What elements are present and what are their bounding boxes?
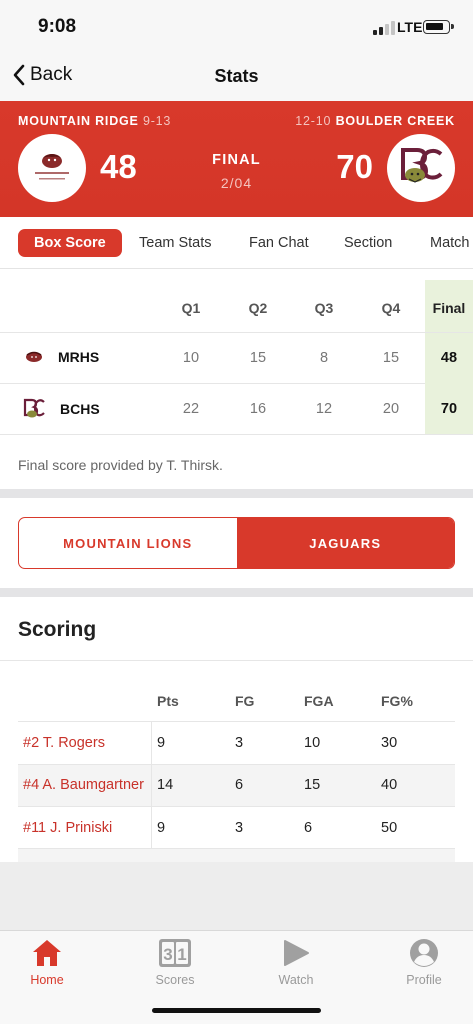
player-name-link[interactable]: #2 T. Rogers bbox=[23, 735, 149, 751]
tab-profile-label: Profile bbox=[406, 973, 442, 987]
play-icon bbox=[284, 940, 309, 966]
tab-watch-label: Watch bbox=[278, 973, 314, 987]
player-fg-pct: 50 bbox=[381, 820, 398, 836]
player-fg: 6 bbox=[235, 777, 244, 793]
battery-icon bbox=[423, 20, 454, 34]
q3-score: 12 bbox=[315, 401, 333, 417]
away-team-record: 12-10 bbox=[295, 114, 332, 128]
page-title: Stats bbox=[214, 66, 259, 86]
bc-small-icon bbox=[23, 398, 45, 418]
team-abbrev: MRHS bbox=[58, 349, 100, 365]
tab-scores-label: Scores bbox=[155, 973, 195, 987]
navigation-bar: Back Stats bbox=[0, 52, 473, 101]
score-source-note: Final score provided by T. Thirsk. bbox=[18, 457, 223, 473]
away-team-name: BOULDER CREEK bbox=[335, 114, 455, 128]
q3-score: 8 bbox=[319, 350, 329, 366]
home-icon bbox=[33, 940, 61, 966]
player-name-link[interactable]: #4 A. Baumgartner bbox=[23, 777, 149, 793]
home-team-name: MOUNTAIN RIDGE bbox=[18, 114, 139, 128]
status-time: 9:08 bbox=[38, 16, 77, 37]
away-team-line[interactable]: 12-10 BOULDER CREEK bbox=[295, 114, 455, 128]
header-q4: Q4 bbox=[381, 300, 401, 316]
table-row[interactable]: MRHS bbox=[24, 349, 99, 365]
home-team-line[interactable]: MOUNTAIN RIDGE 9-13 bbox=[18, 114, 171, 128]
section-divider bbox=[0, 588, 473, 597]
player-fga: 15 bbox=[304, 777, 321, 793]
q1-score: 22 bbox=[182, 401, 200, 417]
away-team-score: 70 bbox=[336, 148, 373, 185]
svg-text:3: 3 bbox=[163, 945, 172, 964]
home-indicator[interactable] bbox=[152, 1008, 321, 1013]
tab-home-label: Home bbox=[30, 973, 64, 987]
player-name-link[interactable]: #11 J. Priniski bbox=[23, 820, 149, 836]
table-row bbox=[18, 849, 455, 862]
away-team-logo[interactable] bbox=[387, 134, 455, 202]
tab-match[interactable]: Match bbox=[430, 229, 470, 257]
tab-watch[interactable]: Watch bbox=[256, 937, 336, 987]
svg-text:1: 1 bbox=[177, 945, 186, 964]
header-q3: Q3 bbox=[314, 300, 334, 316]
player-fg-pct: 40 bbox=[381, 777, 398, 793]
player-pts: 9 bbox=[157, 820, 166, 836]
toggle-jaguars[interactable]: JAGUARS bbox=[236, 518, 454, 568]
team-abbrev: BCHS bbox=[60, 401, 100, 417]
q4-score: 20 bbox=[382, 401, 400, 417]
network-type: LTE bbox=[397, 19, 423, 35]
player-fg: 3 bbox=[235, 820, 244, 836]
final-score: 70 bbox=[440, 401, 458, 417]
section-divider bbox=[0, 489, 473, 498]
player-pts: 14 bbox=[157, 777, 174, 793]
q2-score: 15 bbox=[249, 350, 267, 366]
toggle-mountain-lions[interactable]: MOUNTAIN LIONS bbox=[19, 518, 237, 568]
profile-icon bbox=[410, 939, 438, 967]
header-fg-pct: FG% bbox=[381, 693, 413, 709]
home-team-record: 9-13 bbox=[142, 114, 172, 128]
header-fga: FGA bbox=[304, 693, 334, 709]
content-footer-area bbox=[0, 862, 473, 930]
tab-home[interactable]: Home bbox=[7, 937, 87, 987]
tab-fan-chat[interactable]: Fan Chat bbox=[249, 229, 309, 257]
game-score-header: MOUNTAIN RIDGE 9-13 12-10 BOULDER CREEK … bbox=[0, 101, 473, 217]
tab-team-stats[interactable]: Team Stats bbox=[139, 229, 212, 257]
header-q1: Q1 bbox=[181, 300, 201, 316]
box-score-table: Q1 Q2 Q3 Q4 Final MRHS 10 15 8 15 48 BCH… bbox=[0, 280, 473, 435]
team-toggle: MOUNTAIN LIONS JAGUARS bbox=[18, 517, 455, 569]
q2-score: 16 bbox=[249, 401, 267, 417]
q4-score: 15 bbox=[382, 350, 400, 366]
header-q2: Q2 bbox=[248, 300, 268, 316]
table-row[interactable]: BCHS bbox=[22, 397, 100, 421]
header-pts: Pts bbox=[157, 693, 179, 709]
cellular-signal-icon bbox=[373, 21, 395, 35]
tab-scores[interactable]: 3 1 Scores bbox=[135, 937, 215, 987]
player-fg-pct: 30 bbox=[381, 735, 398, 751]
player-pts: 9 bbox=[157, 735, 166, 751]
scoreboard-icon: 3 1 bbox=[159, 939, 191, 967]
stats-tab-bar: Box Score Team Stats Fan Chat Section Ma… bbox=[0, 217, 473, 269]
final-score: 48 bbox=[440, 350, 458, 366]
player-fga: 6 bbox=[304, 820, 313, 836]
player-fg: 3 bbox=[235, 735, 244, 751]
tab-section[interactable]: Section bbox=[344, 229, 392, 257]
header-fg: FG bbox=[235, 693, 255, 709]
header-final: Final bbox=[432, 300, 466, 316]
jaguar-bc-logo-icon bbox=[401, 148, 443, 183]
q1-score: 10 bbox=[182, 350, 200, 366]
status-bar: 9:08 LTE bbox=[0, 0, 473, 52]
player-fga: 10 bbox=[304, 735, 321, 751]
tab-profile[interactable]: Profile bbox=[384, 937, 464, 987]
mountain-lion-small-icon bbox=[26, 351, 42, 362]
scoring-section-title: Scoring bbox=[18, 618, 97, 641]
tab-box-score[interactable]: Box Score bbox=[18, 229, 122, 257]
home-team-logo[interactable] bbox=[18, 134, 86, 202]
